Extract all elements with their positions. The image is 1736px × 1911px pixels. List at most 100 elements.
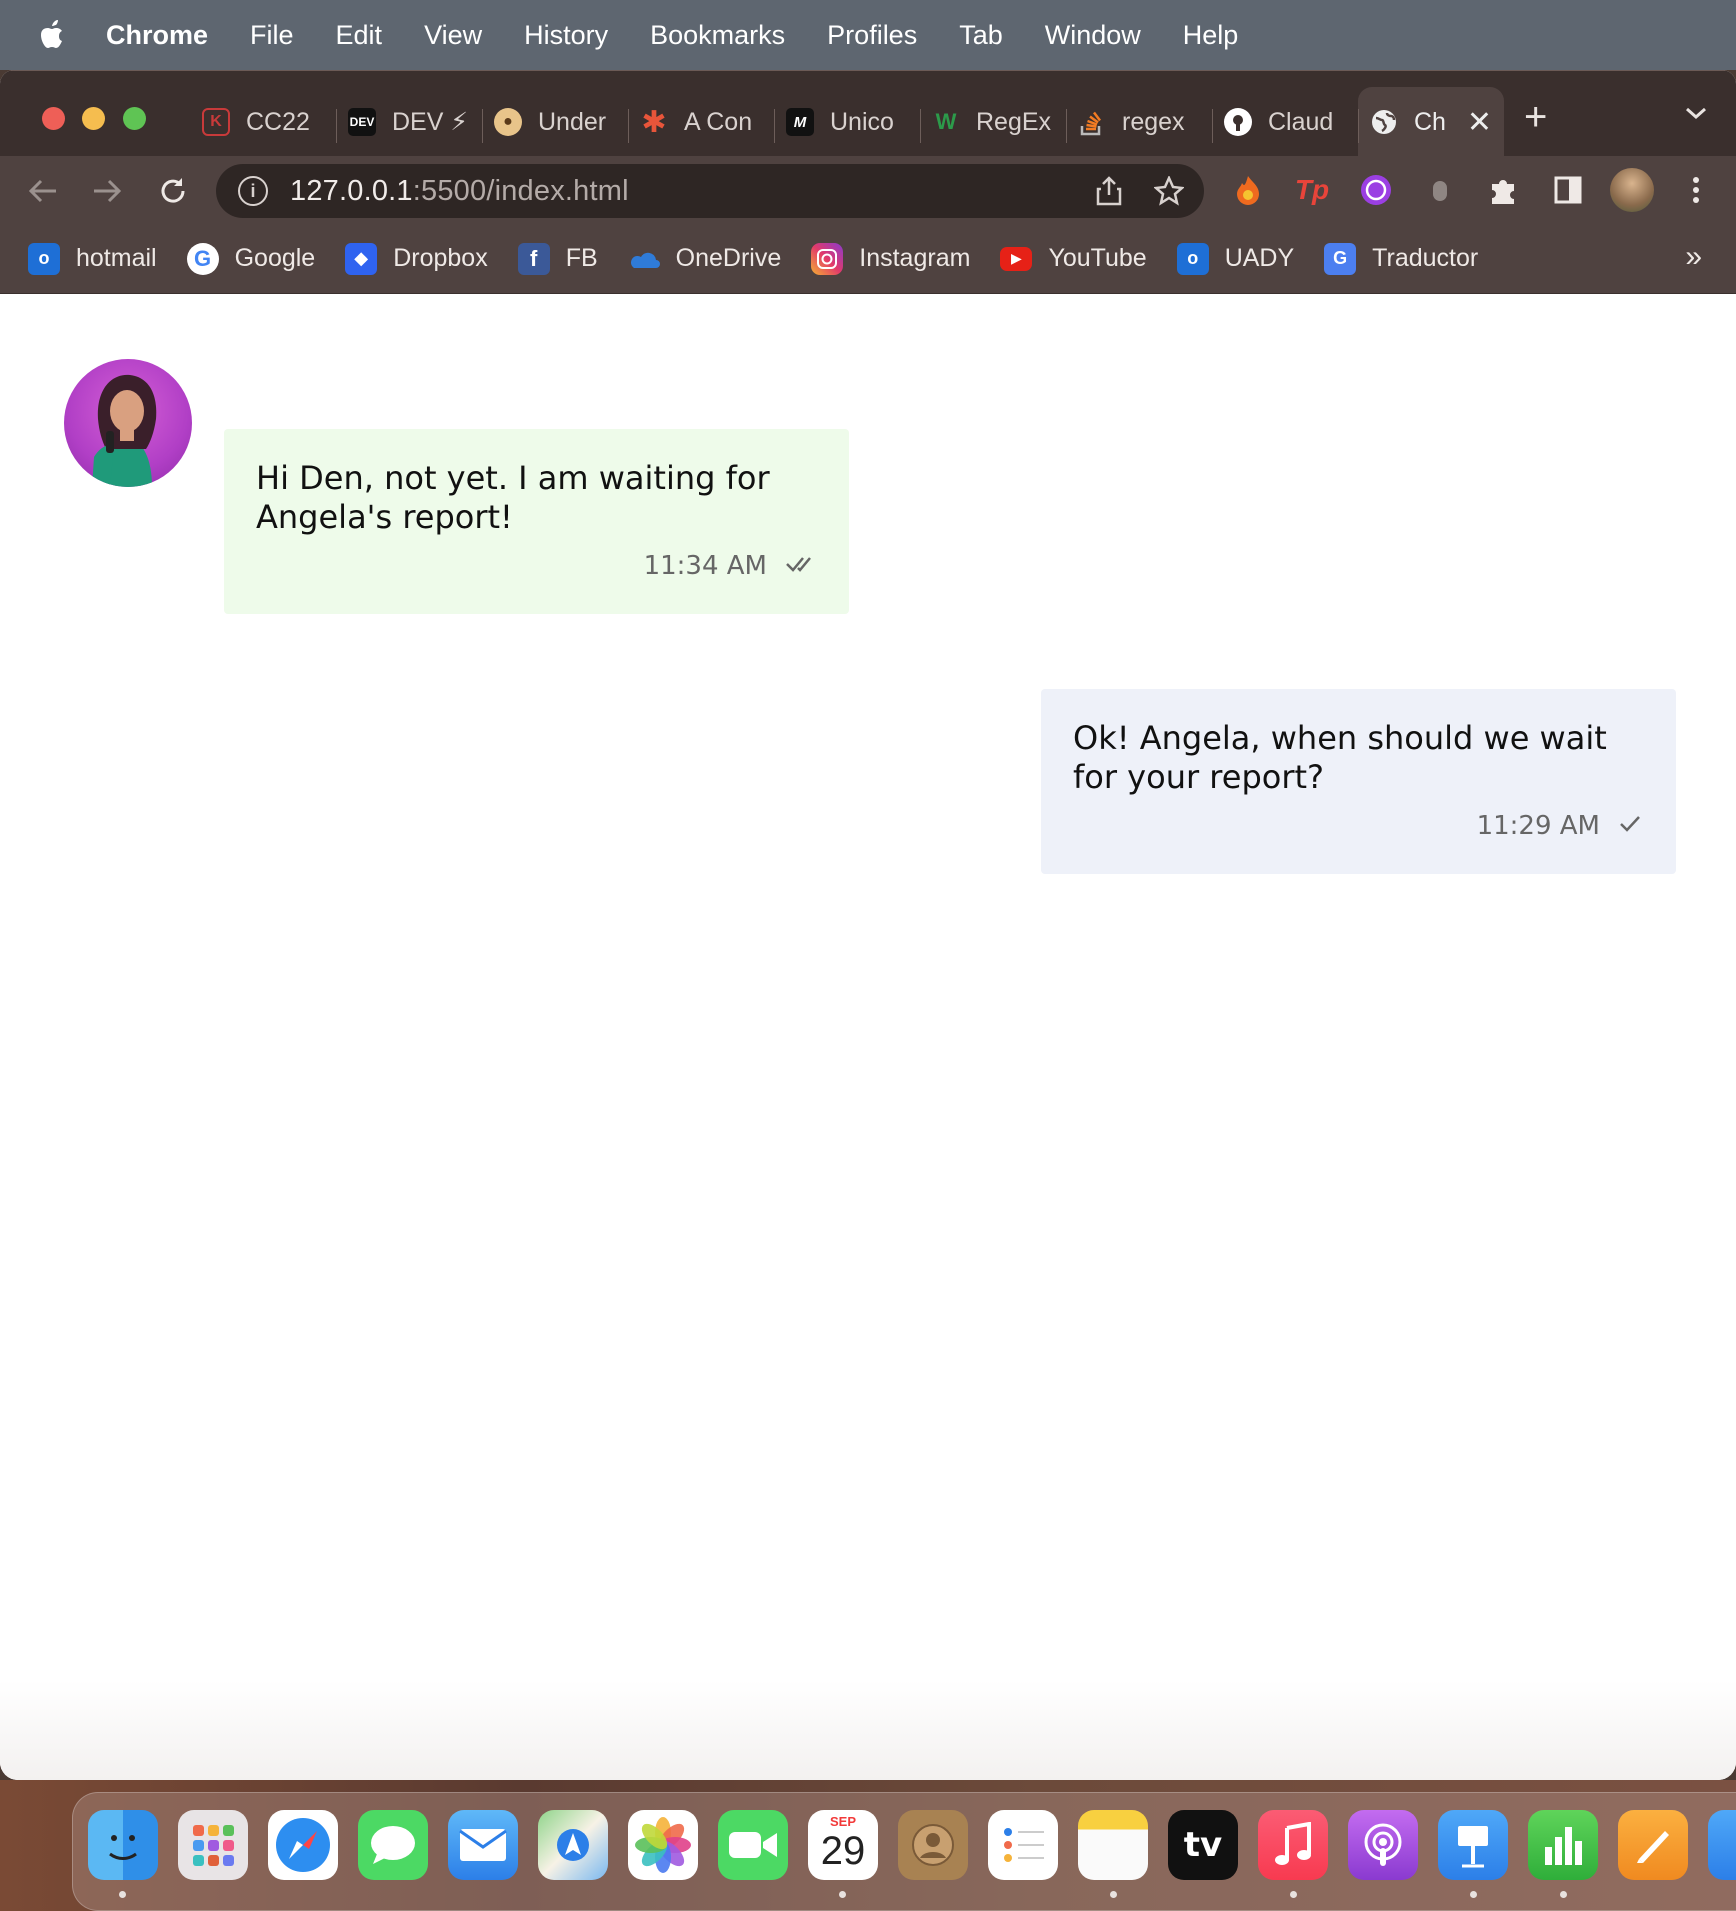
- bookmark-label: Dropbox: [393, 244, 488, 272]
- extension-fire-icon[interactable]: [1230, 172, 1266, 208]
- podcasts-icon[interactable]: [1348, 1810, 1418, 1880]
- tab-regex-so[interactable]: regex: [1066, 87, 1212, 157]
- address-bar[interactable]: i 127.0.0.1:5500/index.html: [216, 164, 1204, 218]
- calendar-month: SEP: [829, 1814, 856, 1829]
- menu-profiles[interactable]: Profiles: [827, 20, 917, 51]
- tab-strip: K CC22 DEV DEV ⚡ ⛓ . ● Under ✱ A Con M: [0, 70, 1736, 157]
- bookmark-label: hotmail: [76, 244, 157, 272]
- dog-icon: ●: [494, 108, 522, 136]
- finder-icon[interactable]: [88, 1810, 158, 1880]
- tab-active[interactable]: Ch ✕: [1358, 87, 1504, 157]
- menu-bookmarks[interactable]: Bookmarks: [650, 20, 785, 51]
- side-panel-icon[interactable]: [1550, 172, 1586, 208]
- bookmark-uady[interactable]: o UADY: [1176, 242, 1295, 275]
- zoom-window-button[interactable]: [123, 107, 146, 130]
- bookmark-fb[interactable]: f FB: [517, 242, 598, 275]
- calendar-day: 29: [820, 1829, 866, 1873]
- globe-icon: [1370, 108, 1398, 136]
- url-text[interactable]: 127.0.0.1:5500/index.html: [290, 175, 629, 208]
- safari-icon[interactable]: [268, 1810, 338, 1880]
- reload-icon[interactable]: [156, 174, 190, 208]
- tab-under[interactable]: ● Under: [482, 87, 628, 157]
- bookmark-dropbox[interactable]: ◆ Dropbox: [345, 242, 488, 275]
- close-window-button[interactable]: [42, 107, 65, 130]
- bookmark-google[interactable]: G Google: [186, 242, 315, 275]
- notes-icon[interactable]: [1078, 1810, 1148, 1880]
- bookmark-label: Traductor: [1372, 244, 1479, 272]
- bookmark-label: YouTube: [1048, 244, 1147, 272]
- back-arrow-icon[interactable]: [26, 174, 60, 208]
- double-check-icon: [785, 551, 817, 581]
- mail-icon[interactable]: [448, 1810, 518, 1880]
- menu-view[interactable]: View: [424, 20, 482, 51]
- bookmark-label: Instagram: [859, 244, 971, 272]
- share-icon[interactable]: [1096, 176, 1122, 211]
- menu-window[interactable]: Window: [1045, 20, 1141, 51]
- bookmark-instagram[interactable]: Instagram: [811, 242, 971, 275]
- menu-edit[interactable]: Edit: [336, 20, 383, 51]
- bookmark-youtube[interactable]: ▶ YouTube: [1000, 244, 1147, 273]
- w3-icon: W: [935, 109, 957, 134]
- contacts-icon[interactable]: [898, 1810, 968, 1880]
- pages-icon[interactable]: [1618, 1810, 1688, 1880]
- tab-cc22[interactable]: K CC22: [190, 87, 336, 157]
- keynote-icon[interactable]: [1438, 1810, 1508, 1880]
- tab-unico[interactable]: M Unico: [774, 87, 920, 157]
- messages-icon[interactable]: [358, 1810, 428, 1880]
- music-icon[interactable]: [1258, 1810, 1328, 1880]
- menu-help[interactable]: Help: [1183, 20, 1239, 51]
- facebook-icon: f: [517, 242, 550, 275]
- menu-app-name[interactable]: Chrome: [106, 20, 208, 51]
- tab-a-con[interactable]: ✱ A Con: [628, 87, 774, 157]
- running-indicator: [839, 1891, 846, 1898]
- chrome-menu-icon[interactable]: [1678, 172, 1714, 208]
- profile-avatar[interactable]: [1610, 168, 1654, 212]
- extension-grey-icon[interactable]: [1422, 172, 1458, 208]
- site-info-icon[interactable]: i: [238, 176, 268, 206]
- tab-regex-w3[interactable]: W RegEx: [920, 87, 1066, 157]
- tab-title: A Con: [684, 107, 753, 136]
- running-indicator: [1290, 1891, 1297, 1898]
- tab-search-chevron-icon[interactable]: [1684, 105, 1708, 126]
- new-tab-button[interactable]: +: [1524, 97, 1547, 137]
- forward-arrow-icon[interactable]: [90, 174, 124, 208]
- bookmarks-overflow-button[interactable]: »: [1685, 240, 1702, 274]
- google-icon: G: [186, 242, 219, 275]
- outlook-icon: o: [28, 242, 60, 275]
- calendar-icon[interactable]: SEP 29: [808, 1810, 878, 1880]
- menu-history[interactable]: History: [524, 20, 608, 51]
- translate-icon: G: [1324, 242, 1357, 275]
- bookmark-label: UADY: [1224, 244, 1295, 272]
- menu-tab[interactable]: Tab: [959, 20, 1003, 51]
- extensions-puzzle-icon[interactable]: [1486, 172, 1522, 208]
- bookmark-star-icon[interactable]: [1153, 174, 1185, 211]
- message-time: 11:34 AM: [643, 551, 767, 581]
- extension-purple-icon[interactable]: [1358, 172, 1394, 208]
- bookmark-onedrive[interactable]: OneDrive: [628, 243, 781, 275]
- launchpad-icon[interactable]: [178, 1810, 248, 1880]
- maps-icon[interactable]: [538, 1810, 608, 1880]
- tab-dev[interactable]: DEV DEV ⚡ ⛓ .: [336, 87, 482, 157]
- bookmark-traductor[interactable]: G Traductor: [1324, 242, 1479, 275]
- menu-file[interactable]: File: [250, 20, 294, 51]
- tab-title: Under: [538, 107, 607, 136]
- extension-tp-icon[interactable]: Tp: [1294, 172, 1330, 208]
- reminders-icon[interactable]: [988, 1810, 1058, 1880]
- tab-claud[interactable]: Claud: [1212, 87, 1358, 157]
- apple-tv-icon[interactable]: tv: [1168, 1810, 1238, 1880]
- bookmark-hotmail[interactable]: o hotmail: [28, 242, 157, 275]
- photos-icon[interactable]: [628, 1810, 698, 1880]
- minimize-window-button[interactable]: [82, 107, 105, 130]
- outgoing-message-bubble: Ok! Angela, when should we wait for your…: [1041, 689, 1676, 874]
- url-path: :5500/index.html: [412, 174, 629, 207]
- running-indicator: [1110, 1891, 1117, 1898]
- apple-icon[interactable]: [38, 18, 68, 52]
- check-icon: [1618, 811, 1644, 841]
- close-tab-icon[interactable]: ✕: [1467, 105, 1492, 140]
- numbers-icon[interactable]: [1528, 1810, 1598, 1880]
- dropbox-icon: ◆: [345, 242, 378, 275]
- facetime-icon[interactable]: [718, 1810, 788, 1880]
- app-store-icon-partial[interactable]: [1708, 1810, 1736, 1880]
- bookmarks-bar: o hotmail G Google ◆ Dropbox f FB OneDri…: [0, 224, 1736, 294]
- kaggle-shield-icon: K: [202, 108, 230, 136]
